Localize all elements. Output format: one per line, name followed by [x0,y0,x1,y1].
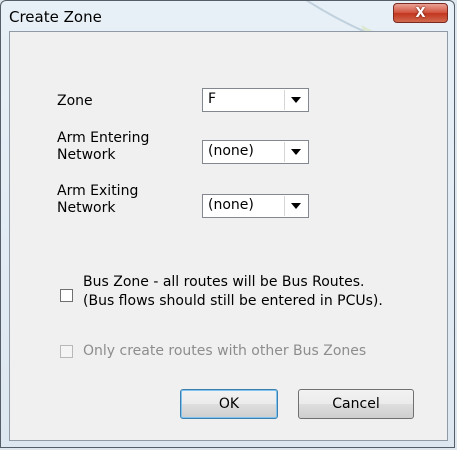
arm-exiting-network-value: (none) [208,197,254,213]
close-button[interactable]: X [393,3,448,23]
zone-label: Zone [57,93,93,109]
arm-entering-network-value: (none) [208,143,254,159]
only-bus-zones-label: Only create routes with other Bus Zones [83,343,367,359]
title-bar[interactable]: Create Zone X [1,1,454,33]
ok-button[interactable]: OK [180,389,278,419]
bus-zone-checkbox[interactable] [60,289,73,302]
zone-select[interactable]: F [202,88,309,112]
arm-entering-label-line1: Arm Entering [57,130,150,146]
arm-exiting-label-line1: Arm Exiting [57,183,139,199]
chevron-down-icon[interactable] [284,196,307,216]
chevron-down-icon[interactable] [284,90,307,110]
arm-exiting-label-line2: Network [57,200,116,216]
window-title: Create Zone [9,8,102,26]
create-zone-dialog: Create Zone X Zone F Arm Entering Networ… [0,0,455,448]
arm-entering-label-line2: Network [57,147,116,163]
bus-zone-label-line2[interactable]: (Bus flows should still be entered in PC… [83,293,383,310]
chevron-down-icon[interactable] [284,142,307,162]
only-bus-zones-checkbox [60,345,73,358]
zone-select-value: F [208,91,217,107]
dialog-client-area: Zone F Arm Entering Network (none) Arm E… [9,31,448,441]
arm-entering-network-select[interactable]: (none) [202,140,309,164]
cancel-button[interactable]: Cancel [298,389,414,419]
bus-zone-label-line1[interactable]: Bus Zone - all routes will be Bus Routes… [83,274,364,291]
arm-exiting-network-select[interactable]: (none) [202,194,309,218]
close-icon: X [415,5,426,21]
